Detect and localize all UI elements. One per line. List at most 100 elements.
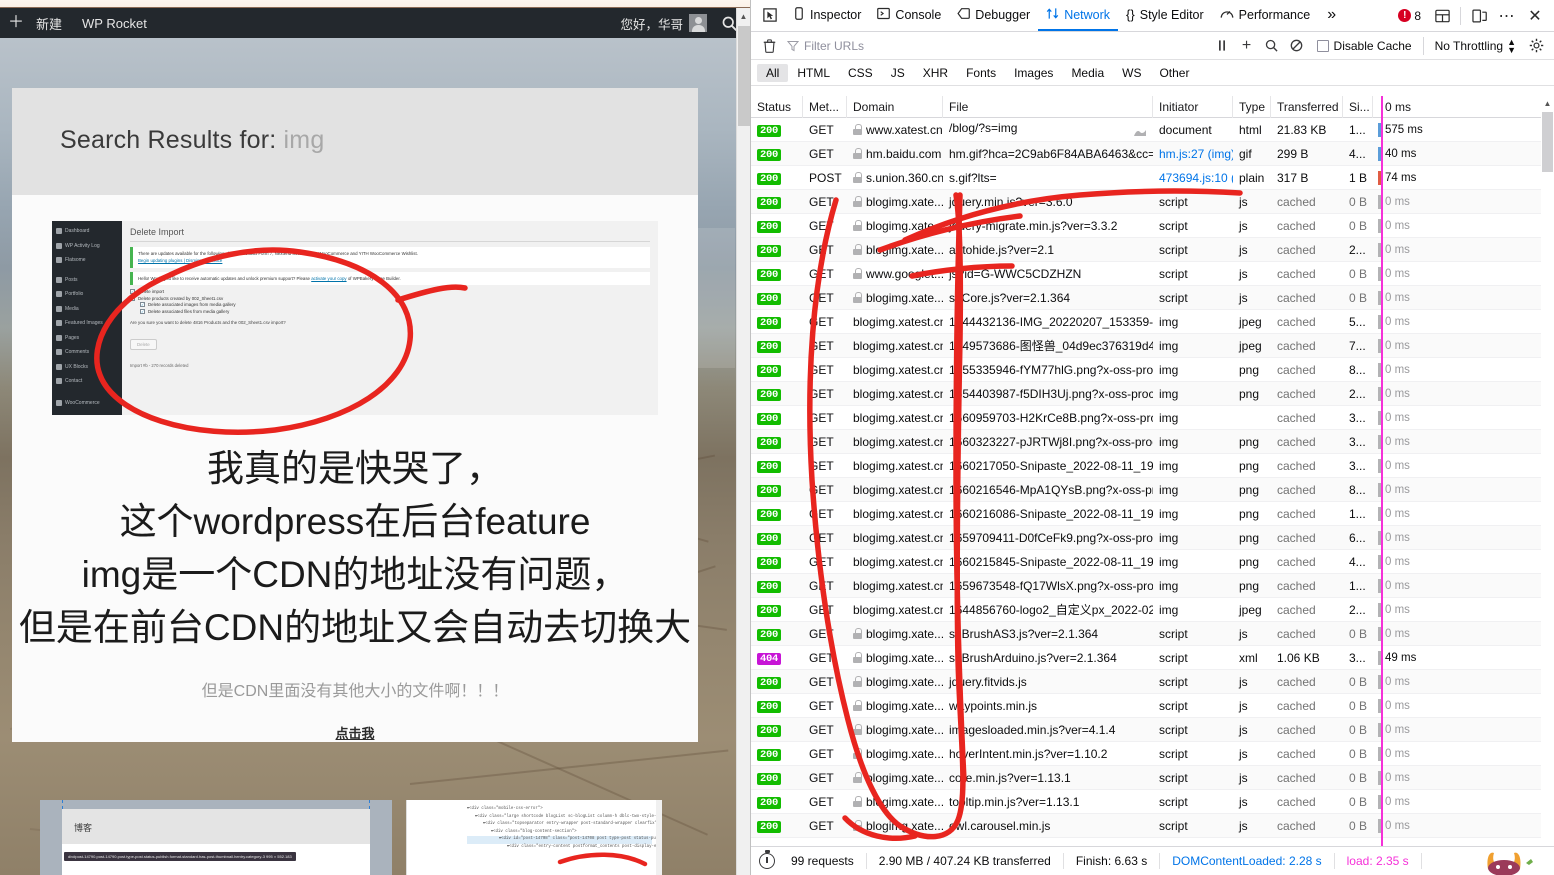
element-picker-icon[interactable] [755, 0, 785, 31]
notice-links[interactable]: Begin updating plugins | Dismiss this no… [138, 258, 222, 263]
table-row[interactable]: 200 GET hm.baidu.com hm.gif?hca=2C9ab6F84AB… [751, 142, 1554, 166]
waterfall-time: 0 ms [1385, 555, 1410, 568]
table-row[interactable]: 200 GET blogimg.xate... waypoints.min.js scr… [751, 694, 1554, 718]
table-row[interactable]: 200 GET www.xatest.cn/blog/?s=img document h… [751, 118, 1554, 142]
disable-cache-checkbox[interactable]: Disable Cache [1310, 39, 1419, 53]
table-row[interactable]: 200 GET blogimg.xatest.cn 1660323227-pJRTWj… [751, 430, 1554, 454]
search-icon[interactable] [1260, 35, 1284, 57]
type-filter-xhr[interactable]: XHR [914, 64, 957, 82]
error-count: 8 [1414, 8, 1421, 23]
table-row[interactable]: 200 GET blogimg.xate... jquery.fitvids.js sc… [751, 670, 1554, 694]
tab-network[interactable]: Network [1038, 0, 1119, 31]
tab-debugger[interactable]: Debugger [949, 0, 1038, 31]
block-requests-icon[interactable] [1285, 35, 1309, 57]
admin-bar-greeting[interactable]: 您好，华哥 [620, 14, 689, 33]
type-filter-other[interactable]: Other [1150, 64, 1198, 82]
table-row[interactable]: 200 GET blogimg.xatest.cn 1660217050-Snipas… [751, 454, 1554, 478]
split-console-icon[interactable] [1429, 3, 1455, 29]
column-header-waterfall[interactable]: 0 ms [1373, 96, 1554, 118]
table-row[interactable]: 200 GET blogimg.xatest.cn 1644856760-logo2_… [751, 598, 1554, 622]
tab-console[interactable]: Console [869, 0, 949, 31]
table-row[interactable]: 200 GET blogimg.xatest.cn 1649573686-图怪兽_04… [751, 334, 1554, 358]
admin-bar-new-icon[interactable]: ＋ [0, 8, 26, 38]
scroll-up-icon[interactable]: ▲ [737, 8, 750, 24]
column-header-status[interactable]: Status [751, 96, 803, 118]
responsive-design-mode-icon[interactable] [1466, 3, 1492, 29]
cell-initiator[interactable]: 473694.js:10 (... [1153, 171, 1233, 185]
scrollbar-thumb[interactable] [738, 26, 750, 126]
filter-urls-input[interactable]: Filter URLs [781, 39, 1210, 53]
devtools-menu-icon[interactable]: ⋯ [1494, 3, 1520, 29]
type-filter-images[interactable]: Images [1005, 64, 1062, 82]
checkbox-delete-files[interactable]: ✓ Delete associated files from media gall… [140, 308, 650, 314]
checkbox-box[interactable]: ✓ [130, 295, 135, 301]
table-row[interactable]: 200 GET blogimg.xate... core.min.js?ver=1.1… [751, 766, 1554, 790]
clear-requests-icon[interactable] [757, 35, 781, 57]
checkbox-delete-import[interactable]: ✓ Delete import [130, 289, 650, 295]
table-row[interactable]: 200 GET blogimg.xatest.cn 1660959703-H2KrCe… [751, 406, 1554, 430]
column-header-transferred[interactable]: Transferred [1271, 96, 1343, 118]
scrollbar-thumb[interactable] [1542, 112, 1553, 172]
table-row[interactable]: 200 GET blogimg.xatest.cn 1654403987-f5DIH3… [751, 382, 1554, 406]
type-filter-all[interactable]: All [757, 63, 789, 82]
type-filter-css[interactable]: CSS [839, 64, 882, 82]
code-scrollbar[interactable] [656, 800, 662, 875]
checkbox-delete-images[interactable]: ✓ Delete associated images from media gal… [140, 302, 650, 308]
type-filter-ws[interactable]: WS [1113, 64, 1150, 82]
activate-copy-link[interactable]: activate your copy [311, 276, 346, 281]
delete-button[interactable]: Delete [130, 338, 157, 350]
page-scrollbar[interactable]: ▲ [736, 8, 750, 875]
table-row[interactable]: 404 GET blogimg.xate... shBrushArduino.js?v… [751, 646, 1554, 670]
click-me-link[interactable]: 点击我 [12, 723, 698, 742]
settings-gear-icon[interactable] [1524, 35, 1548, 57]
table-row[interactable]: 200 GET blogimg.xate... tooltip.min.js?ver=… [751, 790, 1554, 814]
table-row[interactable]: 200 GET blogimg.xatest.cn 1644432136-IMG_20… [751, 310, 1554, 334]
scroll-up-icon[interactable]: ▲ [1541, 96, 1554, 110]
table-row[interactable]: 200 GET blogimg.xate... autohide.js?ver=2.1… [751, 238, 1554, 262]
checkbox-delete-products[interactable]: ✓ Delete products created by 002_Sheet1.c… [130, 295, 650, 301]
table-row[interactable]: 200 GET blogimg.xate... owl.carousel.min.js… [751, 814, 1554, 838]
column-header-type[interactable]: Type [1233, 96, 1271, 118]
close-icon[interactable]: ✕ [1522, 3, 1548, 29]
pause-icon[interactable] [1210, 35, 1234, 57]
column-header-domain[interactable]: Domain [847, 96, 943, 118]
table-row[interactable]: 200 GET blogimg.xatest.cn 1655335946-fYM77h… [751, 358, 1554, 382]
table-row[interactable]: 200 GET blogimg.xatest.cn 1660216546-MpA1QY… [751, 478, 1554, 502]
type-filter-js[interactable]: JS [882, 64, 914, 82]
column-header-size[interactable]: Si... [1343, 96, 1373, 118]
table-row[interactable]: 200 GET blogimg.xatest.cn 1659673548-fQ17Wl… [751, 574, 1554, 598]
table-row[interactable]: 200 GET blogimg.xatest.cn 1660216086-Snipas… [751, 502, 1554, 526]
column-header-method[interactable]: Met... [803, 96, 847, 118]
new-request-icon[interactable]: + [1235, 35, 1259, 57]
type-filter-html[interactable]: HTML [788, 64, 839, 82]
table-row[interactable]: 200 GET blogimg.xate... imagesloaded.min.js… [751, 718, 1554, 742]
tab-inspector[interactable]: Inspector [785, 0, 869, 31]
table-row[interactable]: 200 GET blogimg.xate... jquery-migrate.min.… [751, 214, 1554, 238]
throttling-select[interactable]: No Throttling ▲ ▼ [1428, 37, 1523, 54]
type-filter-media[interactable]: Media [1062, 64, 1113, 82]
checkbox-box[interactable] [1316, 39, 1329, 52]
table-row[interactable]: 200 GET blogimg.xate... jquery.min.js?ver=3… [751, 190, 1554, 214]
admin-bar-new-label[interactable]: 新建 [26, 8, 72, 38]
column-header-initiator[interactable]: Initiator [1153, 96, 1233, 118]
avatar[interactable] [689, 14, 707, 32]
admin-bar-site-name[interactable]: WP Rocket [72, 8, 157, 38]
tab-style-editor[interactable]: {} Style Editor [1118, 0, 1212, 31]
table-row[interactable]: 200 GET blogimg.xate... shCore.js?ver=2.1.3… [751, 286, 1554, 310]
column-header-file[interactable]: File [943, 96, 1153, 118]
type-filter-fonts[interactable]: Fonts [957, 64, 1005, 82]
cell-initiator[interactable]: hm.js:27 (img) [1153, 147, 1233, 161]
checkbox-box[interactable]: ✓ [140, 302, 145, 308]
tab-performance[interactable]: Performance [1212, 0, 1319, 31]
table-row[interactable]: 200 GET blogimg.xatest.cn 1659709411-D0fCeF… [751, 526, 1554, 550]
more-tools-chevron-icon[interactable]: » [1318, 0, 1345, 31]
table-row[interactable]: 200 POST s.union.360.cn s.gif?lts= 473694.js… [751, 166, 1554, 190]
checkbox-box[interactable]: ✓ [140, 308, 145, 314]
table-row[interactable]: 200 GET blogimg.xatest.cn 1660215845-Snipas… [751, 550, 1554, 574]
table-row[interactable]: 200 GET www.googlet... js?id=G-WWC5CDZHZN sc… [751, 262, 1554, 286]
table-row[interactable]: 200 GET blogimg.xate... hoverIntent.min.js?… [751, 742, 1554, 766]
error-count-badge[interactable]: ! 8 [1392, 9, 1427, 23]
table-row[interactable]: 200 GET blogimg.xate... shBrushAS3.js?ver=2… [751, 622, 1554, 646]
checkbox-box[interactable]: ✓ [130, 289, 135, 295]
network-table-scrollbar[interactable]: ▲ [1541, 96, 1554, 846]
